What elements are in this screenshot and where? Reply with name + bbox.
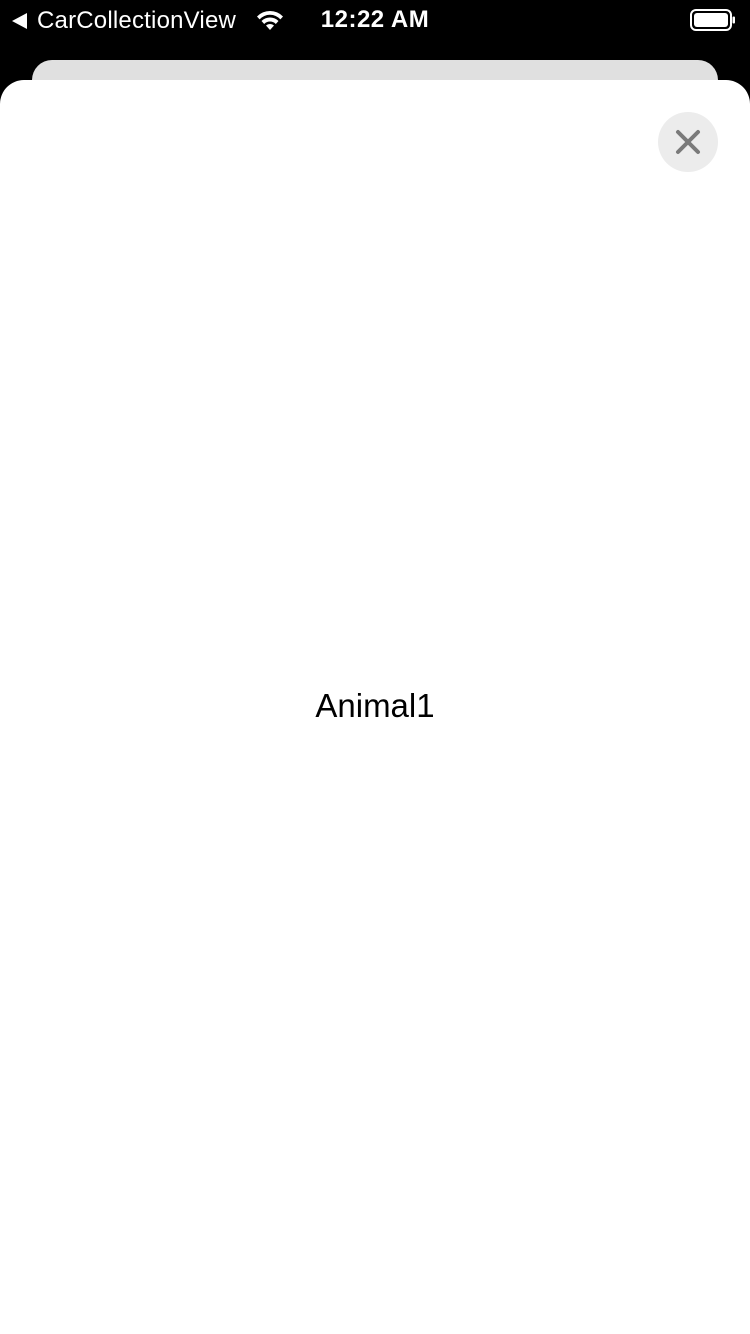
battery-icon [690, 9, 735, 31]
close-icon [676, 130, 700, 154]
status-time: 12:22 AM [320, 6, 430, 33]
status-bar: CarCollectionView 12:22 AM [0, 0, 750, 40]
detail-title: Animal1 [315, 687, 435, 724]
screen: CarCollectionView 12:22 AM Animal1 [0, 0, 750, 1334]
close-button[interactable] [658, 112, 718, 172]
modal-sheet: Animal1 [0, 80, 750, 1334]
